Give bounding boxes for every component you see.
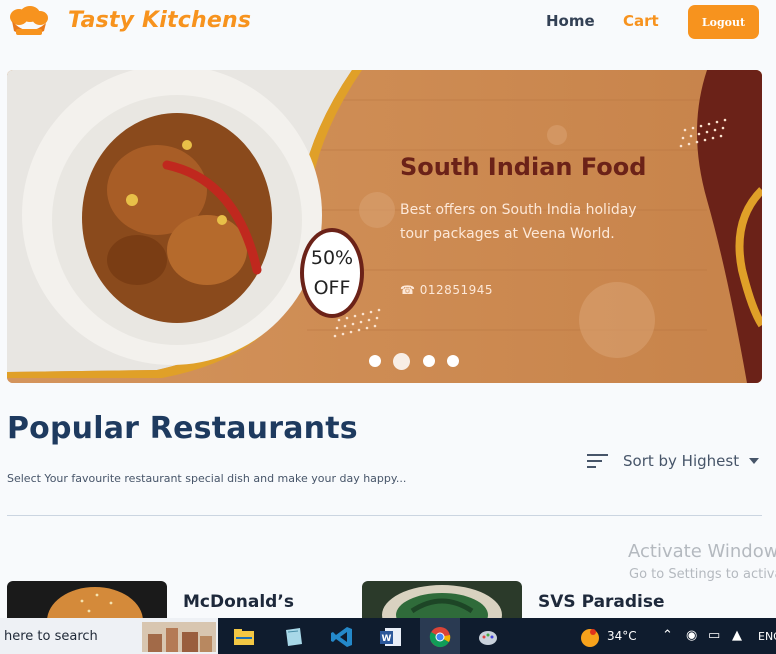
banner-phone-number: 012851945	[419, 283, 493, 297]
phone-icon: ☎	[400, 283, 416, 297]
word-icon[interactable]: W	[380, 626, 402, 648]
carousel-dot-4[interactable]	[447, 355, 459, 367]
chef-hat-logo-icon[interactable]	[6, 5, 50, 39]
language-indicator[interactable]: ENG	[758, 630, 776, 643]
weather-sun-icon[interactable]	[579, 626, 601, 648]
banner-description: Best offers on South India holiday tour …	[400, 202, 637, 242]
section-subtitle: Select Your favourite restaurant special…	[7, 472, 407, 485]
taskbar-search-placeholder: here to search	[4, 629, 98, 644]
top-navbar: Tasty Kitchens Home Cart Logout	[0, 0, 776, 44]
meet-now-icon[interactable]: ◉	[686, 628, 697, 643]
chrome-icon[interactable]	[429, 626, 451, 648]
banner-phone: ☎ 012851945	[400, 283, 493, 297]
carousel-dot-1[interactable]	[369, 355, 381, 367]
paint-app-icon[interactable]	[477, 626, 499, 648]
offer-banner-carousel[interactable]: 50% OFF South Indian Food Best offers on…	[7, 70, 762, 383]
search-highlight-image-icon	[142, 622, 216, 652]
logout-button[interactable]: Logout	[688, 5, 759, 39]
taskbar-search-box[interactable]: here to search	[0, 618, 218, 654]
carousel-dot-3[interactable]	[423, 355, 435, 367]
section-divider	[7, 515, 762, 516]
sort-lines-icon	[587, 454, 608, 468]
weather-temperature[interactable]: 34°C	[607, 629, 637, 643]
volume-icon[interactable]: ▲	[732, 628, 742, 643]
restaurant-image-svs-paradise[interactable]	[362, 581, 522, 621]
activate-windows-subtitle: Go to Settings to activate Windows.	[629, 567, 776, 582]
chevron-up-icon[interactable]: ⌃	[662, 628, 673, 643]
discount-percent: 50%	[310, 247, 354, 269]
windows-taskbar: here to search W 34°C ⌃ ◉ ▭ ▲ EN	[0, 618, 776, 654]
nav-home-link[interactable]: Home	[546, 12, 595, 30]
vscode-icon[interactable]	[331, 626, 353, 648]
notes-app-icon[interactable]	[282, 626, 304, 648]
activate-windows-title: Activate Windows	[628, 541, 776, 562]
nav-cart-link[interactable]: Cart	[623, 12, 659, 30]
app-page: Tasty Kitchens Home Cart Logout 50% OFF …	[0, 0, 776, 654]
dish-illustration	[382, 585, 502, 621]
discount-badge: 50% OFF	[301, 228, 363, 318]
restaurant-name[interactable]: SVS Paradise	[538, 592, 665, 612]
brand-name[interactable]: Tasty Kitchens	[68, 8, 251, 33]
sort-dropdown[interactable]: Sort by Highest	[587, 450, 767, 474]
banner-title: South Indian Food	[400, 153, 647, 181]
burger-illustration	[47, 587, 143, 621]
caret-down-icon	[749, 458, 759, 464]
carousel-dot-2-active[interactable]	[393, 353, 410, 370]
discount-off-label: OFF	[313, 277, 351, 299]
restaurant-image-mcdonalds[interactable]	[7, 581, 167, 621]
file-explorer-icon[interactable]	[233, 626, 255, 648]
section-title: Popular Restaurants	[7, 411, 358, 446]
sort-label: Sort by Highest	[623, 452, 740, 470]
svg-text:W: W	[382, 634, 392, 644]
network-icon[interactable]: ▭	[708, 628, 720, 643]
restaurant-name[interactable]: McDonald’s	[183, 592, 294, 612]
